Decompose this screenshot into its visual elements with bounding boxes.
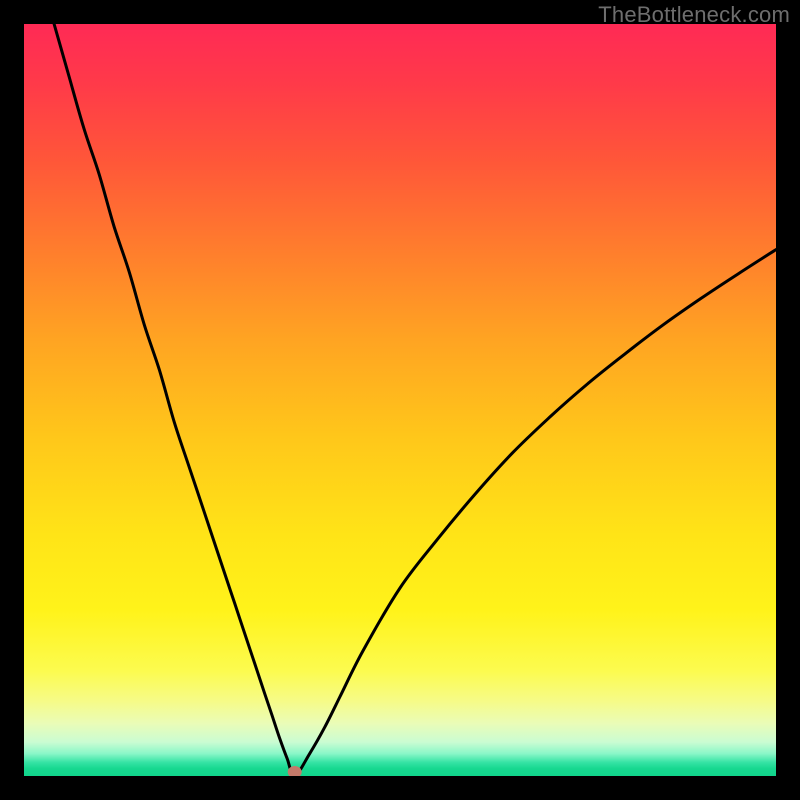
watermark-text: TheBottleneck.com — [598, 2, 790, 28]
bottleneck-curve-svg — [24, 24, 776, 776]
chart-plot-area — [24, 24, 776, 776]
bottleneck-curve — [54, 24, 776, 776]
chart-frame: TheBottleneck.com — [0, 0, 800, 800]
